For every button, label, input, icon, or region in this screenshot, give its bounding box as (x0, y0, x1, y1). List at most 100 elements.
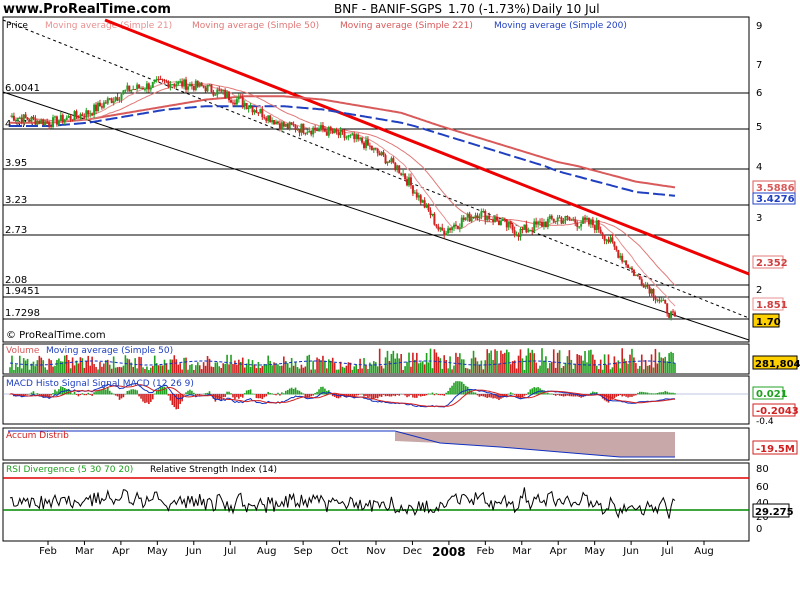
volume-bar (394, 358, 397, 373)
candle-body (171, 84, 174, 86)
volume-bar (648, 365, 651, 373)
candle-body (585, 218, 588, 220)
volume-bar (543, 360, 545, 373)
volume-bar (525, 355, 528, 373)
candle-body (539, 221, 542, 223)
candle-body (638, 275, 641, 280)
volume-bar (26, 358, 29, 373)
volume-bar (222, 363, 224, 373)
candle-body (572, 219, 575, 221)
volume-bar (93, 364, 95, 373)
candle-body (537, 221, 540, 225)
volume-bar (605, 364, 608, 373)
macd-histogram-bar (455, 381, 457, 395)
macd-histogram-bar (196, 394, 199, 395)
macd-histogram-bar (376, 394, 379, 399)
volume-bar (363, 358, 365, 373)
macd-histogram-bar (138, 394, 140, 397)
macd-histogram-bar (617, 394, 620, 396)
volume-bar (343, 367, 346, 373)
macd-histogram-bar (24, 394, 27, 396)
macd-histogram-bar (423, 394, 426, 396)
candle-body (198, 82, 201, 87)
candle-body (380, 152, 383, 156)
macd-histogram-bar (91, 394, 93, 396)
candle-body (370, 145, 373, 151)
candle-body (128, 85, 131, 92)
volume-bar (308, 354, 311, 373)
candle-body (30, 116, 33, 122)
macd-histogram-bar (549, 393, 551, 395)
volume-bar (216, 362, 219, 373)
macd-histogram-bar (128, 390, 131, 395)
volume-bar (550, 361, 553, 373)
candle-body (357, 134, 360, 140)
candle-body (16, 118, 19, 120)
volume-bar (253, 364, 256, 373)
volume-bar (181, 369, 183, 373)
macd-histogram-bar (224, 394, 226, 398)
volume-bar (110, 368, 113, 373)
volume-bar (210, 366, 213, 373)
volume-bar (461, 359, 463, 373)
volume-bar (204, 365, 207, 373)
volume-bar (300, 364, 303, 373)
price-axis: 9 7 6 5 4 3 2 (756, 21, 762, 296)
candle-body (183, 79, 186, 87)
candle-body (231, 102, 234, 104)
volume-bar (619, 368, 622, 373)
macd-histogram-bar (382, 394, 385, 395)
volume-bar (69, 368, 72, 373)
volume-bar (613, 356, 616, 373)
macd-histogram-bar (621, 394, 623, 397)
candle-body (306, 132, 309, 134)
volume-bar (294, 361, 297, 373)
volume-bar (361, 368, 363, 373)
macd-histogram-bar (292, 388, 295, 395)
candle-body (509, 221, 512, 225)
macd-histogram-bar (288, 388, 291, 395)
volume-bar (380, 365, 383, 373)
macd-histogram-bar (257, 394, 260, 399)
macd-histogram-bar (238, 394, 240, 399)
macd-histogram-bar (151, 394, 154, 400)
volume-bar (243, 367, 246, 373)
volume-bar (32, 361, 35, 373)
volume-bar (77, 363, 80, 373)
volume-value-tag: 281,804 (755, 359, 800, 370)
macd-histogram-bar (480, 394, 483, 396)
macd-histogram-bar (304, 394, 307, 397)
x-tick-label: Aug (257, 546, 277, 557)
macd-histogram-bar (490, 394, 492, 398)
candle-body (53, 116, 56, 118)
volume-bar (594, 359, 596, 373)
volume-bar (541, 348, 543, 373)
volume-bar (421, 361, 424, 373)
volume-bar (560, 368, 563, 373)
macd-histogram-bar (363, 394, 365, 397)
volume-bar (635, 363, 637, 373)
candle-body (339, 130, 342, 136)
macd-histogram-bar (410, 394, 412, 396)
macd-histogram-bar (664, 391, 667, 395)
candle-body (484, 210, 487, 221)
candle-body (75, 111, 78, 117)
volume-bar (167, 369, 170, 373)
x-tick-label: Dec (403, 546, 422, 557)
volume-bar (666, 361, 668, 373)
volume-bar (85, 361, 88, 373)
volume-bar (576, 354, 579, 373)
volume-bar (592, 354, 594, 373)
volume-bar (20, 368, 23, 373)
volume-bar (537, 368, 539, 373)
candle-body (574, 219, 577, 223)
macd-histogram-bar (230, 393, 232, 395)
volume-bar (193, 369, 195, 373)
x-tick-label: Jul (661, 546, 674, 557)
macd-histogram-bar (525, 394, 528, 395)
volume-bar (631, 348, 633, 373)
candle-body (196, 80, 199, 87)
site-title[interactable]: www.ProRealTime.com (3, 2, 171, 17)
macd-histogram-bar (241, 394, 244, 398)
candle-body (361, 137, 364, 143)
